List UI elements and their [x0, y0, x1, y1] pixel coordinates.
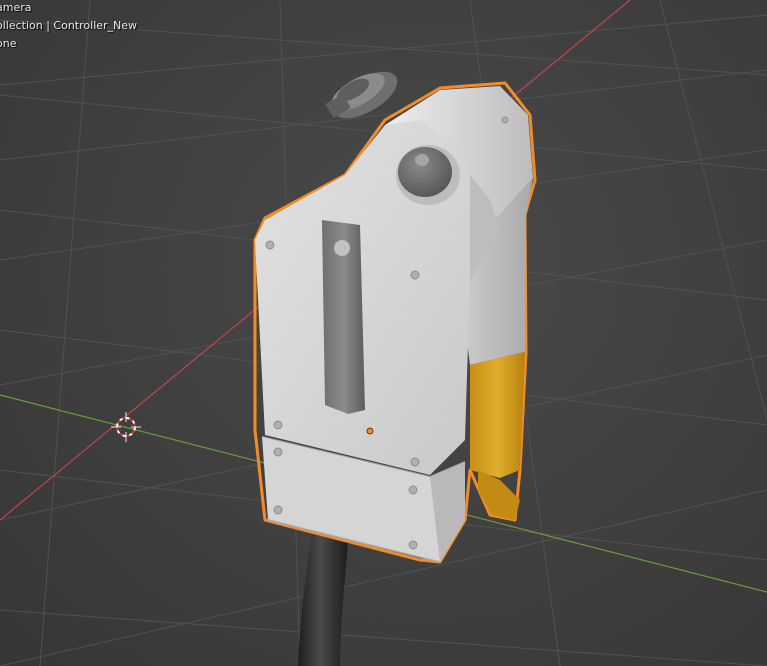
viewport-scene[interactable] — [0, 0, 767, 666]
collection-path-label: ollection | Controller_New — [0, 19, 138, 32]
object-origin-icon[interactable] — [366, 427, 374, 435]
top-connector — [325, 71, 398, 119]
3d-viewport[interactable]: amera ollection | Controller_New one — [0, 0, 767, 666]
view-name-label: amera — [0, 1, 32, 14]
controller-cable — [298, 535, 348, 666]
status-label: one — [0, 37, 17, 50]
volume-knob — [396, 145, 460, 205]
